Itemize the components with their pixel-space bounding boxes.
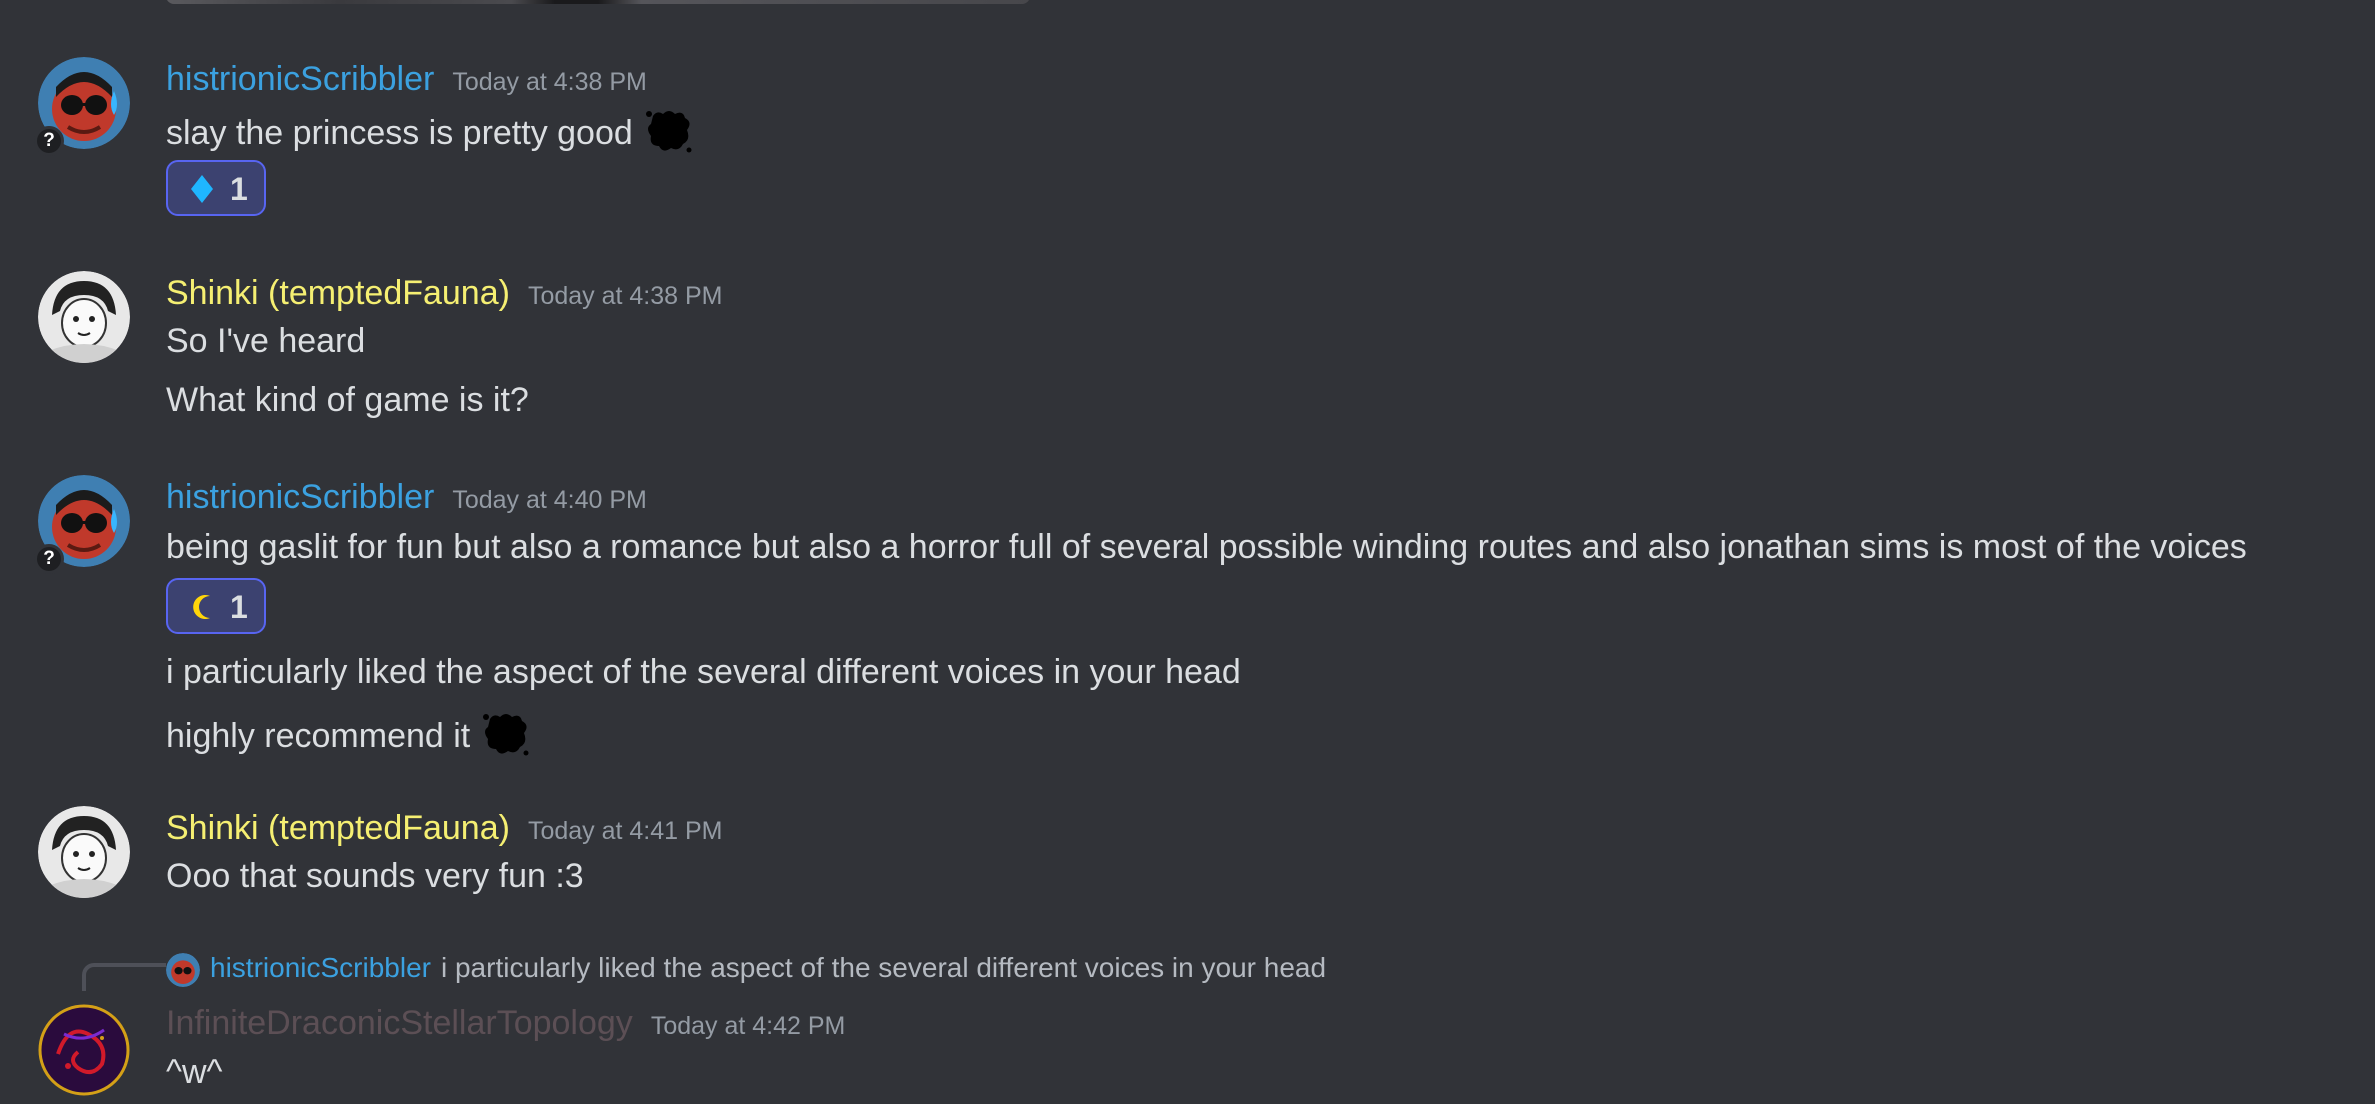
message-text: highly recommend it (166, 711, 530, 757)
avatar[interactable] (38, 806, 130, 898)
message-text: slay the princess is pretty good (166, 108, 693, 154)
reply-content: i particularly liked the aspect of the s… (440, 952, 1327, 983)
blue-diamond-icon (191, 175, 213, 203)
message-text: ^w^ (166, 1053, 223, 1091)
reply-avatar[interactable] (166, 953, 200, 987)
status-unknown-icon: ? (34, 126, 64, 156)
username[interactable]: Shinki (temptedFauna) (166, 809, 510, 847)
message-content: slay the princess is pretty good (166, 114, 633, 152)
message-text: being gaslit for fun but also a romance … (166, 528, 2247, 566)
timestamp[interactable]: Today at 4:40 PM (452, 486, 647, 514)
message-text: i particularly liked the aspect of the s… (166, 653, 1241, 691)
message-content: highly recommend it (166, 717, 471, 755)
black-blob-emoji-icon[interactable] (643, 108, 693, 154)
message-text: So I've heard (166, 322, 366, 360)
black-blob-emoji-icon[interactable] (480, 711, 530, 757)
username[interactable]: InfiniteDraconicStellarTopology (166, 1004, 633, 1042)
reaction-count: 1 (230, 589, 248, 625)
reply-username[interactable]: histrionicScribbler (210, 952, 431, 983)
message-header: Shinki (temptedFauna) Today at 4:41 PM (166, 809, 723, 848)
message-header: histrionicScribbler Today at 4:38 PM (166, 60, 647, 99)
timestamp[interactable]: Today at 4:38 PM (452, 68, 647, 96)
timestamp[interactable]: Today at 4:41 PM (528, 817, 723, 845)
username[interactable]: histrionicScribbler (166, 478, 434, 516)
reaction-button[interactable]: 1 (166, 578, 266, 634)
avatar[interactable] (38, 271, 130, 363)
avatar[interactable] (38, 1004, 130, 1096)
timestamp[interactable]: Today at 4:38 PM (528, 282, 723, 310)
message-header: Shinki (temptedFauna) Today at 4:38 PM (166, 274, 723, 313)
message-header: InfiniteDraconicStellarTopology Today at … (166, 1004, 845, 1043)
timestamp[interactable]: Today at 4:42 PM (651, 1012, 846, 1040)
reply-connector (82, 963, 166, 991)
reaction-button[interactable]: 1 (166, 160, 266, 216)
status-unknown-icon: ? (34, 544, 64, 574)
message-text: Ooo that sounds very fun :3 (166, 857, 584, 895)
chat-messages: ? histrionicScribbler Today at 4:38 PM sl… (0, 0, 2375, 1104)
username[interactable]: Shinki (temptedFauna) (166, 274, 510, 312)
message-header: histrionicScribbler Today at 4:40 PM (166, 478, 647, 517)
crescent-moon-icon (193, 595, 210, 619)
reply-preview[interactable]: histrionicScribbler i particularly liked … (210, 952, 1326, 984)
reaction-count: 1 (230, 171, 248, 207)
message-text: What kind of game is it? (166, 381, 529, 419)
username[interactable]: histrionicScribbler (166, 60, 434, 98)
embed-image-bottom[interactable] (166, 0, 1030, 4)
